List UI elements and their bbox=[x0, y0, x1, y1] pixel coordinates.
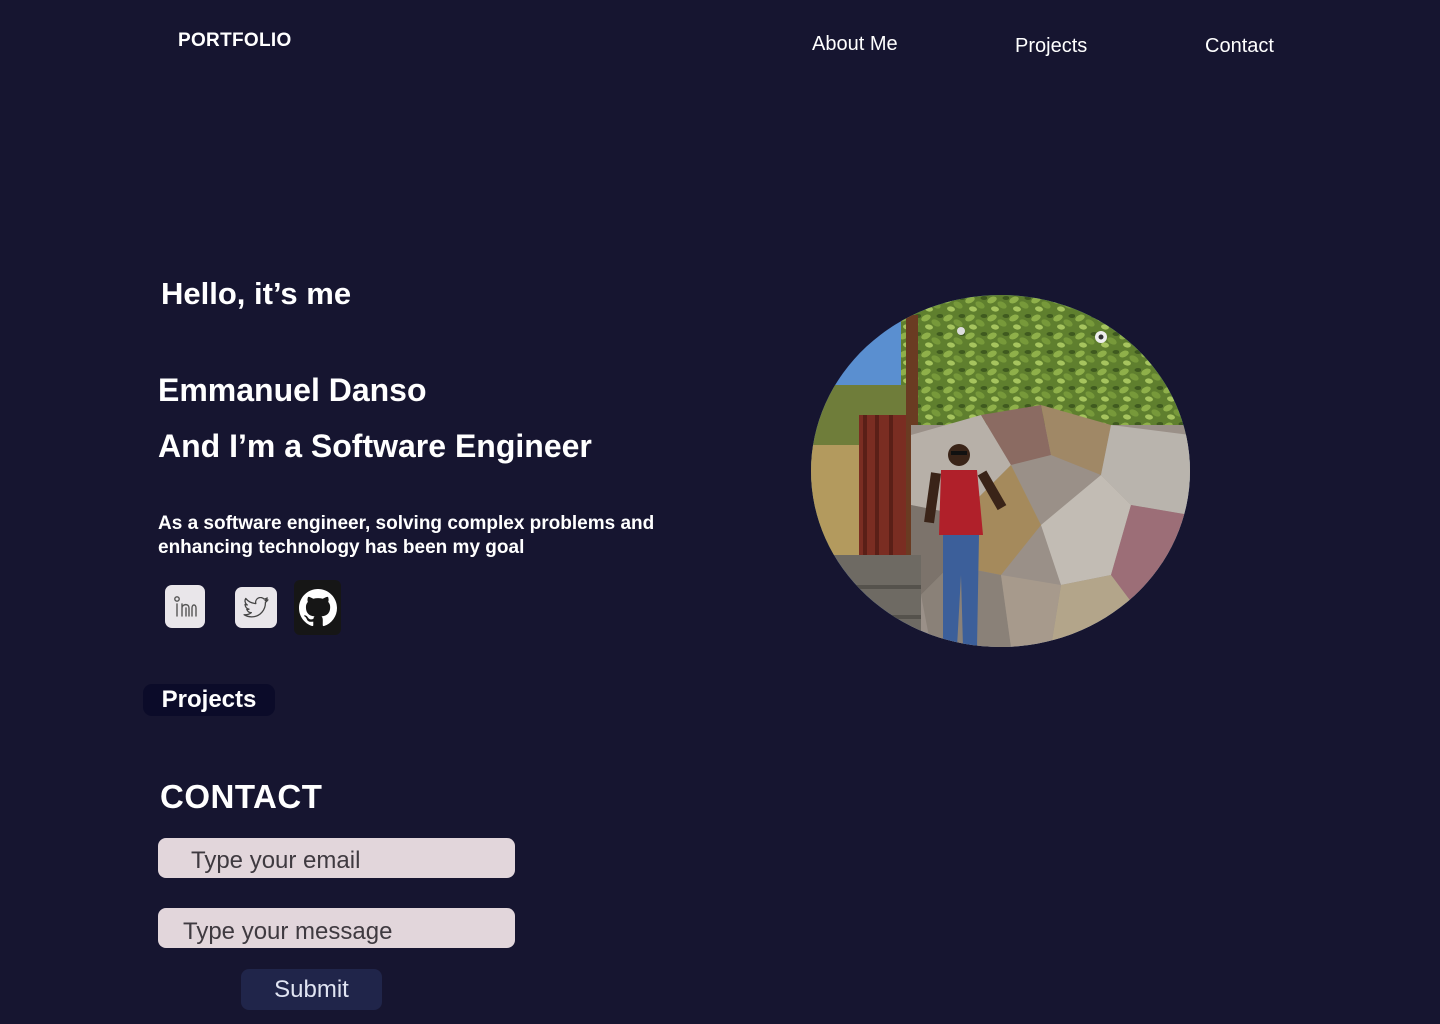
projects-button[interactable]: Projects bbox=[143, 684, 275, 716]
tagline: As a software engineer, solving complex … bbox=[158, 513, 655, 558]
github-glyph bbox=[298, 588, 337, 626]
github-icon[interactable] bbox=[294, 580, 341, 635]
role-title: And I’m a Software Engineer bbox=[158, 428, 592, 464]
greeting: Hello, it’s me bbox=[161, 276, 352, 311]
nav-about-me[interactable]: About Me bbox=[812, 33, 898, 56]
nav-projects[interactable]: Projects bbox=[1015, 35, 1087, 58]
submit-button[interactable]: Submit bbox=[241, 969, 382, 1010]
profile-photo-illustration bbox=[811, 295, 1190, 647]
twitter-glyph bbox=[243, 596, 269, 618]
profile-photo bbox=[811, 295, 1190, 647]
nav-contact[interactable]: Contact bbox=[1205, 35, 1274, 58]
brand-logo: PORTFOLIO bbox=[178, 30, 292, 51]
linkedin-glyph bbox=[174, 595, 197, 617]
twitter-icon[interactable] bbox=[235, 587, 277, 628]
person-name: Emmanuel Danso bbox=[158, 372, 427, 408]
message-field[interactable] bbox=[158, 908, 515, 948]
email-field[interactable] bbox=[158, 838, 515, 878]
contact-title: CONTACT bbox=[160, 778, 323, 815]
linkedin-icon[interactable] bbox=[165, 585, 205, 628]
